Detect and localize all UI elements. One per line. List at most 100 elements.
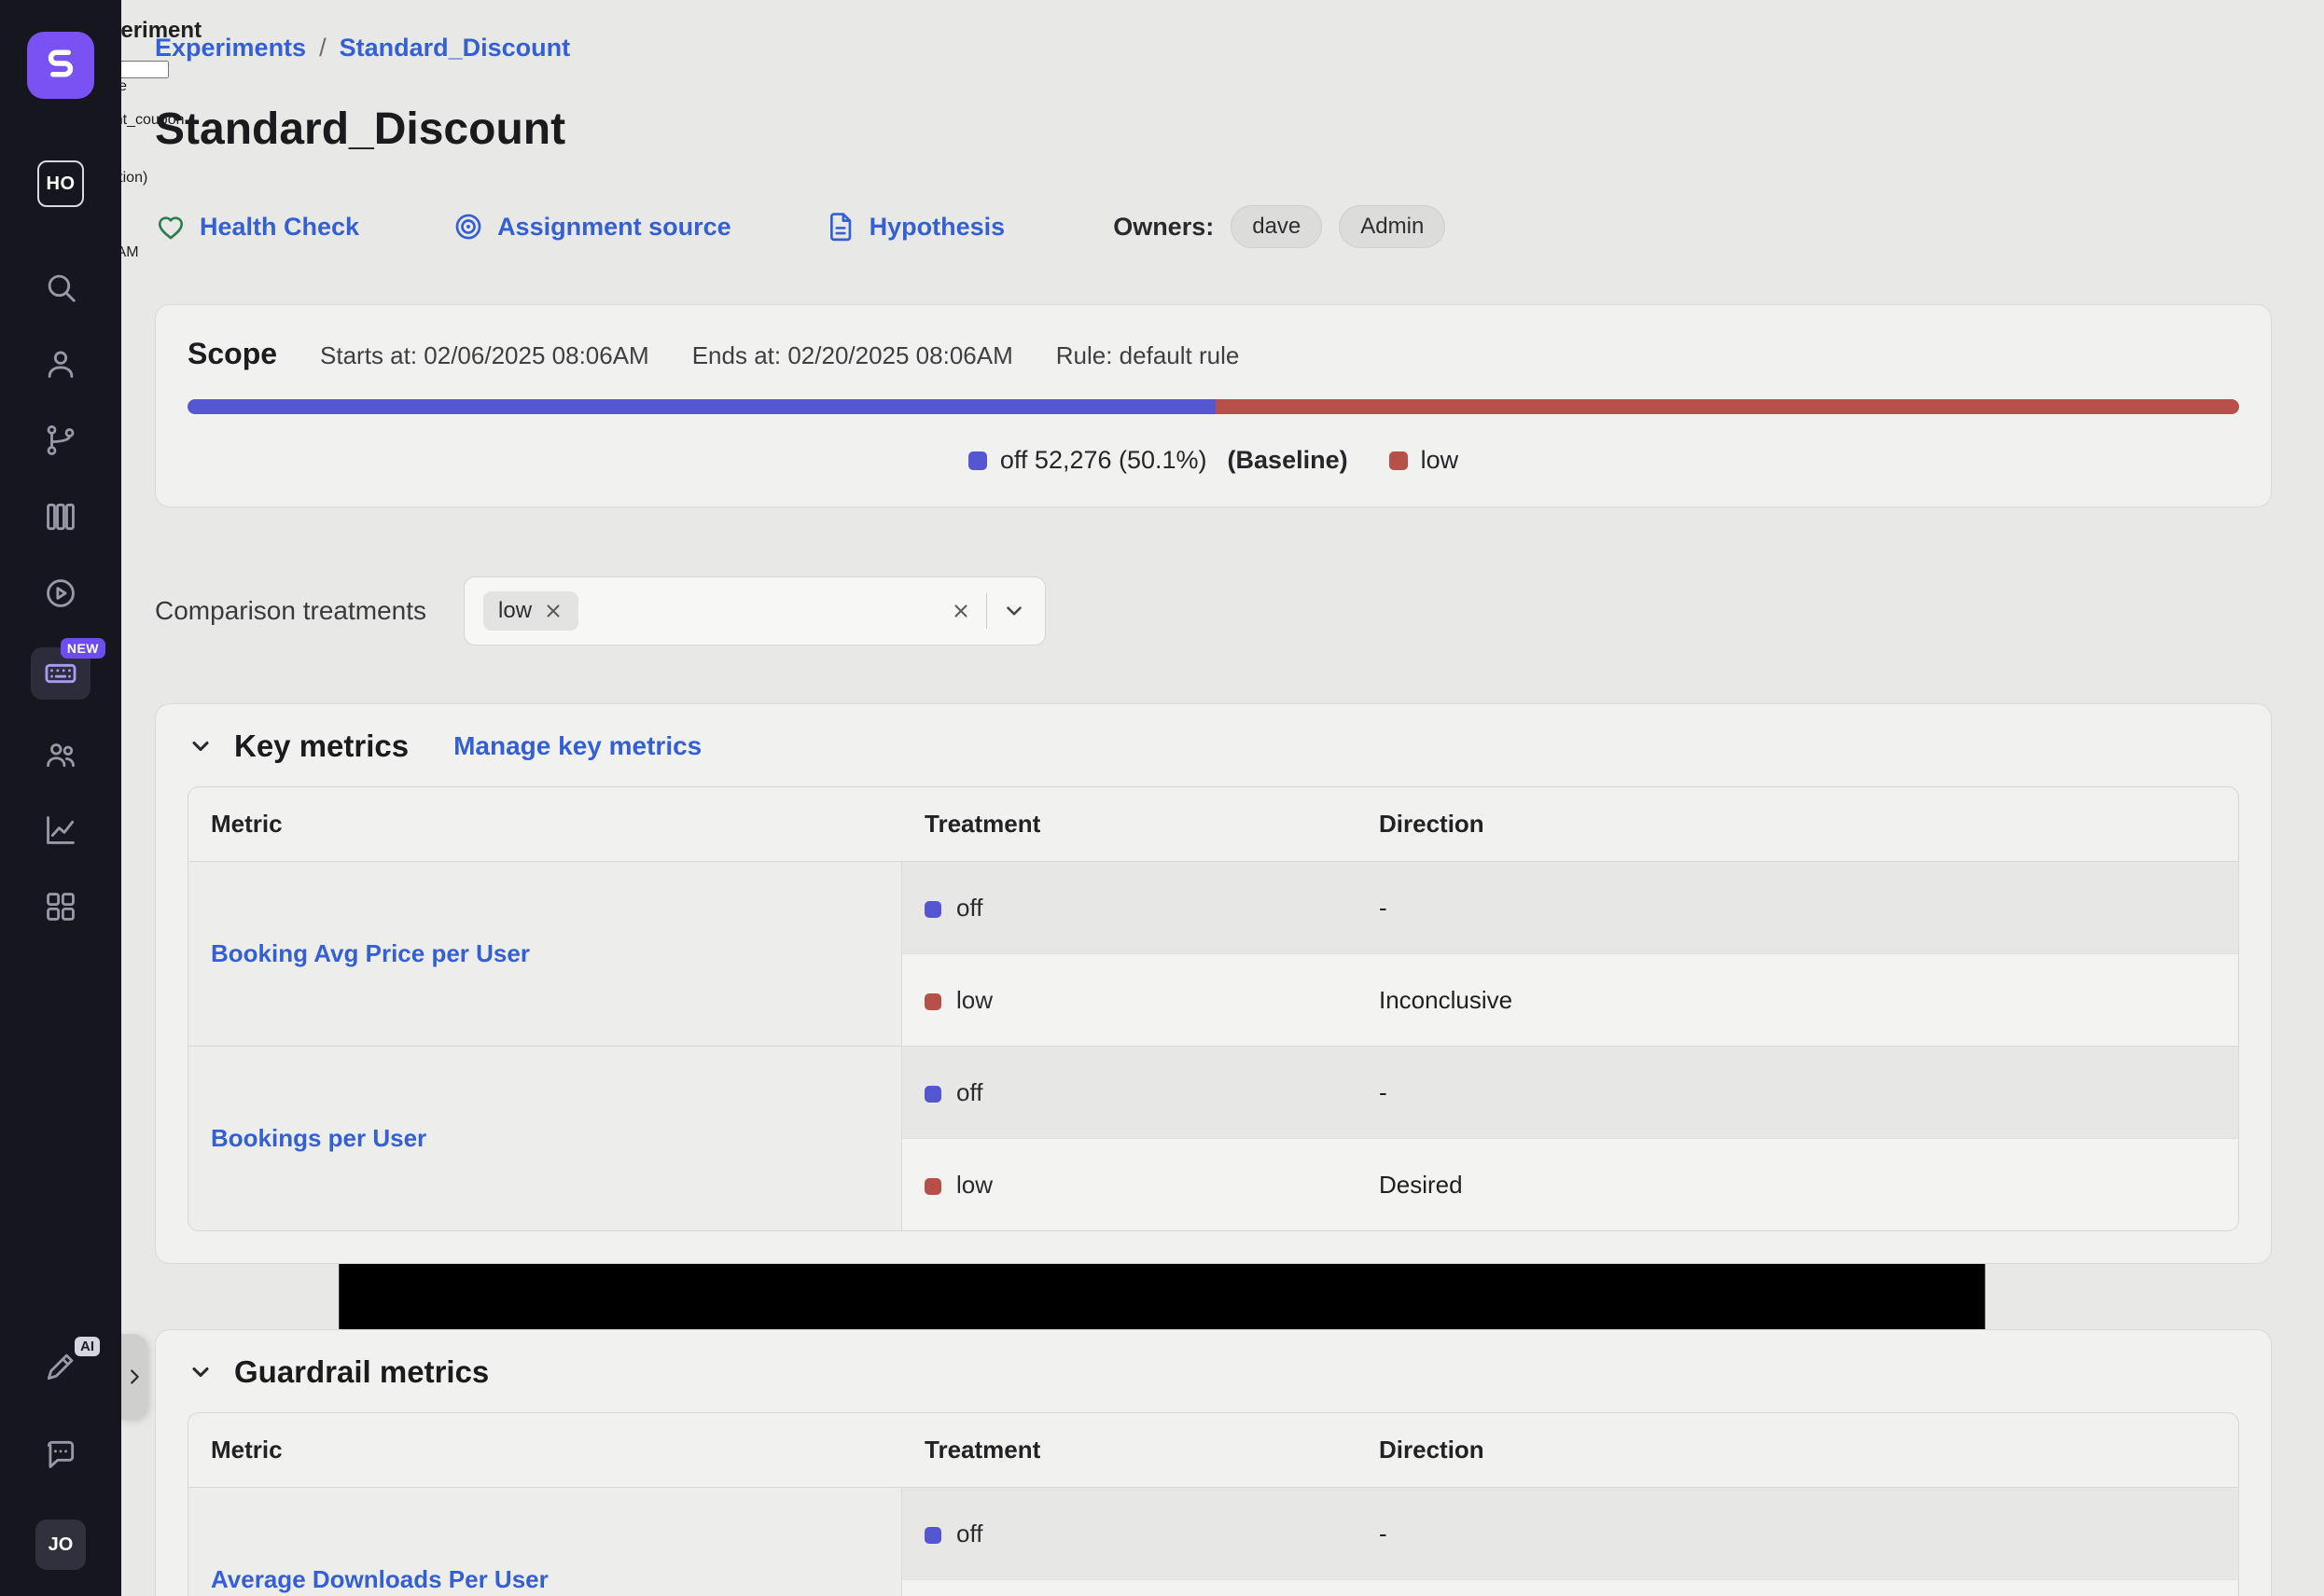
treatment-swatch-off — [925, 1527, 941, 1544]
metric-link-average-downloads[interactable]: Average Downloads Per User — [211, 1565, 549, 1593]
column-header-metric: Metric — [188, 787, 902, 861]
table-row: Bookings per User off - — [188, 1046, 2238, 1138]
owners-group: Owners: dave Admin — [1113, 205, 1445, 248]
sidebar-item-ai-assistant[interactable]: AI — [33, 1344, 89, 1389]
treatment-split-bar — [188, 399, 2239, 414]
sidebar-item-audiences[interactable] — [33, 731, 89, 776]
sidebar-item-pulse[interactable] — [33, 571, 89, 616]
select-divider — [986, 593, 987, 629]
assignment-source-link[interactable]: Assignment source — [452, 211, 731, 243]
comparison-treatments-row: Comparison treatments low — [155, 576, 2272, 645]
page-title: Standard_Discount — [155, 104, 2272, 155]
scope-rule: Rule: default rule — [1056, 341, 1240, 370]
keyboard-icon — [43, 656, 78, 691]
collapse-chevron-icon[interactable] — [188, 1359, 214, 1385]
sidebar-bottom: AI JO — [33, 1344, 89, 1596]
comparison-treatments-select[interactable]: low — [464, 576, 1046, 645]
org-avatar[interactable]: HO — [37, 160, 84, 207]
chat-bubble-icon — [43, 1436, 78, 1472]
direction-cell: - — [1357, 1487, 2238, 1579]
search-icon — [43, 270, 78, 305]
health-check-link[interactable]: Health Check — [155, 211, 359, 243]
metric-cell: Bookings per User — [188, 1046, 902, 1230]
main-content: Experiments / Standard_Discount Standard… — [121, 0, 2324, 1596]
hypothesis-label: Hypothesis — [870, 213, 1006, 242]
direction-cell: - — [1357, 861, 2238, 953]
table-row: Booking Avg Price per User off - — [188, 861, 2238, 953]
direction-cell: - — [1357, 1046, 2238, 1138]
sidebar-item-dashboards[interactable] — [33, 884, 89, 929]
key-metrics-title: Key metrics — [234, 729, 409, 764]
owner-chip-dave[interactable]: dave — [1231, 205, 1322, 248]
treatment-cell: off — [902, 861, 1357, 953]
column-header-metric: Metric — [188, 1413, 902, 1487]
owners-label: Owners: — [1113, 213, 1214, 242]
scope-card-title: Scope — [188, 337, 277, 371]
health-check-label: Health Check — [200, 213, 359, 242]
hypothesis-link[interactable]: Hypothesis — [825, 211, 1006, 243]
legend-label-off: off 52,276 (50.1%) — [1000, 446, 1207, 475]
legend-label-low: low — [1421, 446, 1459, 475]
sidebar-item-experiments-active[interactable]: NEW — [31, 647, 90, 700]
app-logo[interactable] — [27, 32, 94, 99]
treatment-swatch-off — [925, 1086, 941, 1103]
comparison-treatments-label: Comparison treatments — [155, 596, 426, 626]
metric-cell: Booking Avg Price per User — [188, 861, 902, 1046]
clear-selection-icon[interactable] — [951, 601, 971, 621]
chevron-down-icon[interactable] — [1002, 599, 1026, 623]
column-header-treatment: Treatment — [902, 1413, 1357, 1487]
key-metrics-card: Key metrics Manage key metrics Metric Tr… — [155, 703, 2272, 1264]
chip-label: low — [498, 598, 532, 624]
chart-icon — [43, 812, 78, 848]
guardrail-metrics-title: Guardrail metrics — [234, 1354, 489, 1390]
new-badge: NEW — [61, 638, 105, 659]
document-icon — [825, 211, 856, 243]
collapse-chevron-icon[interactable] — [188, 733, 214, 759]
team-icon — [43, 736, 78, 771]
metric-cell: Average Downloads Per User — [188, 1487, 902, 1596]
column-header-treatment: Treatment — [902, 787, 1357, 861]
chip-remove-icon[interactable] — [543, 601, 564, 621]
sidebar-item-help[interactable] — [33, 1432, 89, 1477]
grid-icon — [43, 889, 78, 924]
key-metrics-table: Metric Treatment Direction Booking Avg P… — [188, 786, 2239, 1231]
bar-segment-low — [1216, 399, 2239, 414]
sidebar-item-feature-flags[interactable] — [33, 418, 89, 463]
sidebar-item-users[interactable] — [33, 341, 89, 386]
treatment-cell: off — [902, 1487, 1357, 1579]
manage-key-metrics-link[interactable]: Manage key metrics — [453, 731, 702, 761]
treatment-swatch-low — [925, 1178, 941, 1195]
sidebar-item-search[interactable] — [33, 265, 89, 310]
table-row: Average Downloads Per User off - — [188, 1487, 2238, 1579]
bar-segment-off — [188, 399, 1216, 414]
breadcrumb-current[interactable]: Standard_Discount — [340, 34, 571, 62]
treatment-cell: low — [902, 1138, 1357, 1230]
treatment-swatch-low — [925, 993, 941, 1010]
sidebar-item-metrics[interactable] — [33, 808, 89, 853]
direction-cell-desired: Desired — [1357, 1138, 2238, 1230]
sidebar-expand-handle[interactable] — [121, 1334, 147, 1420]
scope-ends-at: Ends at: 02/20/2025 08:06AM — [692, 341, 1013, 370]
legend-swatch-off — [968, 451, 987, 470]
branch-icon — [43, 423, 78, 458]
user-avatar[interactable]: JO — [35, 1520, 86, 1570]
treatment-cell: off — [902, 1046, 1357, 1138]
ai-badge: AI — [75, 1337, 100, 1356]
logo-icon — [40, 45, 81, 86]
guardrail-metrics-table: Metric Treatment Direction Average Downl… — [188, 1412, 2239, 1596]
treatment-legend: off 52,276 (50.1%) (Baseline) low — [188, 446, 2239, 475]
breadcrumb-experiments[interactable]: Experiments — [155, 34, 306, 62]
columns-icon — [43, 499, 78, 534]
treatment-chip-low[interactable]: low — [483, 591, 578, 631]
metric-link-booking-avg-price[interactable]: Booking Avg Price per User — [211, 939, 530, 967]
sidebar-item-configs[interactable] — [33, 494, 89, 539]
legend-item-low: low — [1389, 446, 1459, 475]
sidebar: HO NEW AI — [0, 0, 121, 1596]
legend-swatch-low — [1389, 451, 1408, 470]
treatment-swatch-off — [925, 901, 941, 918]
owner-chip-admin[interactable]: Admin — [1339, 205, 1445, 248]
metric-link-bookings-per-user[interactable]: Bookings per User — [211, 1124, 426, 1152]
play-circle-icon — [43, 576, 78, 611]
experiment-meta-row: Health Check Assignment source Hypothesi… — [155, 205, 2272, 248]
user-icon — [43, 346, 78, 382]
